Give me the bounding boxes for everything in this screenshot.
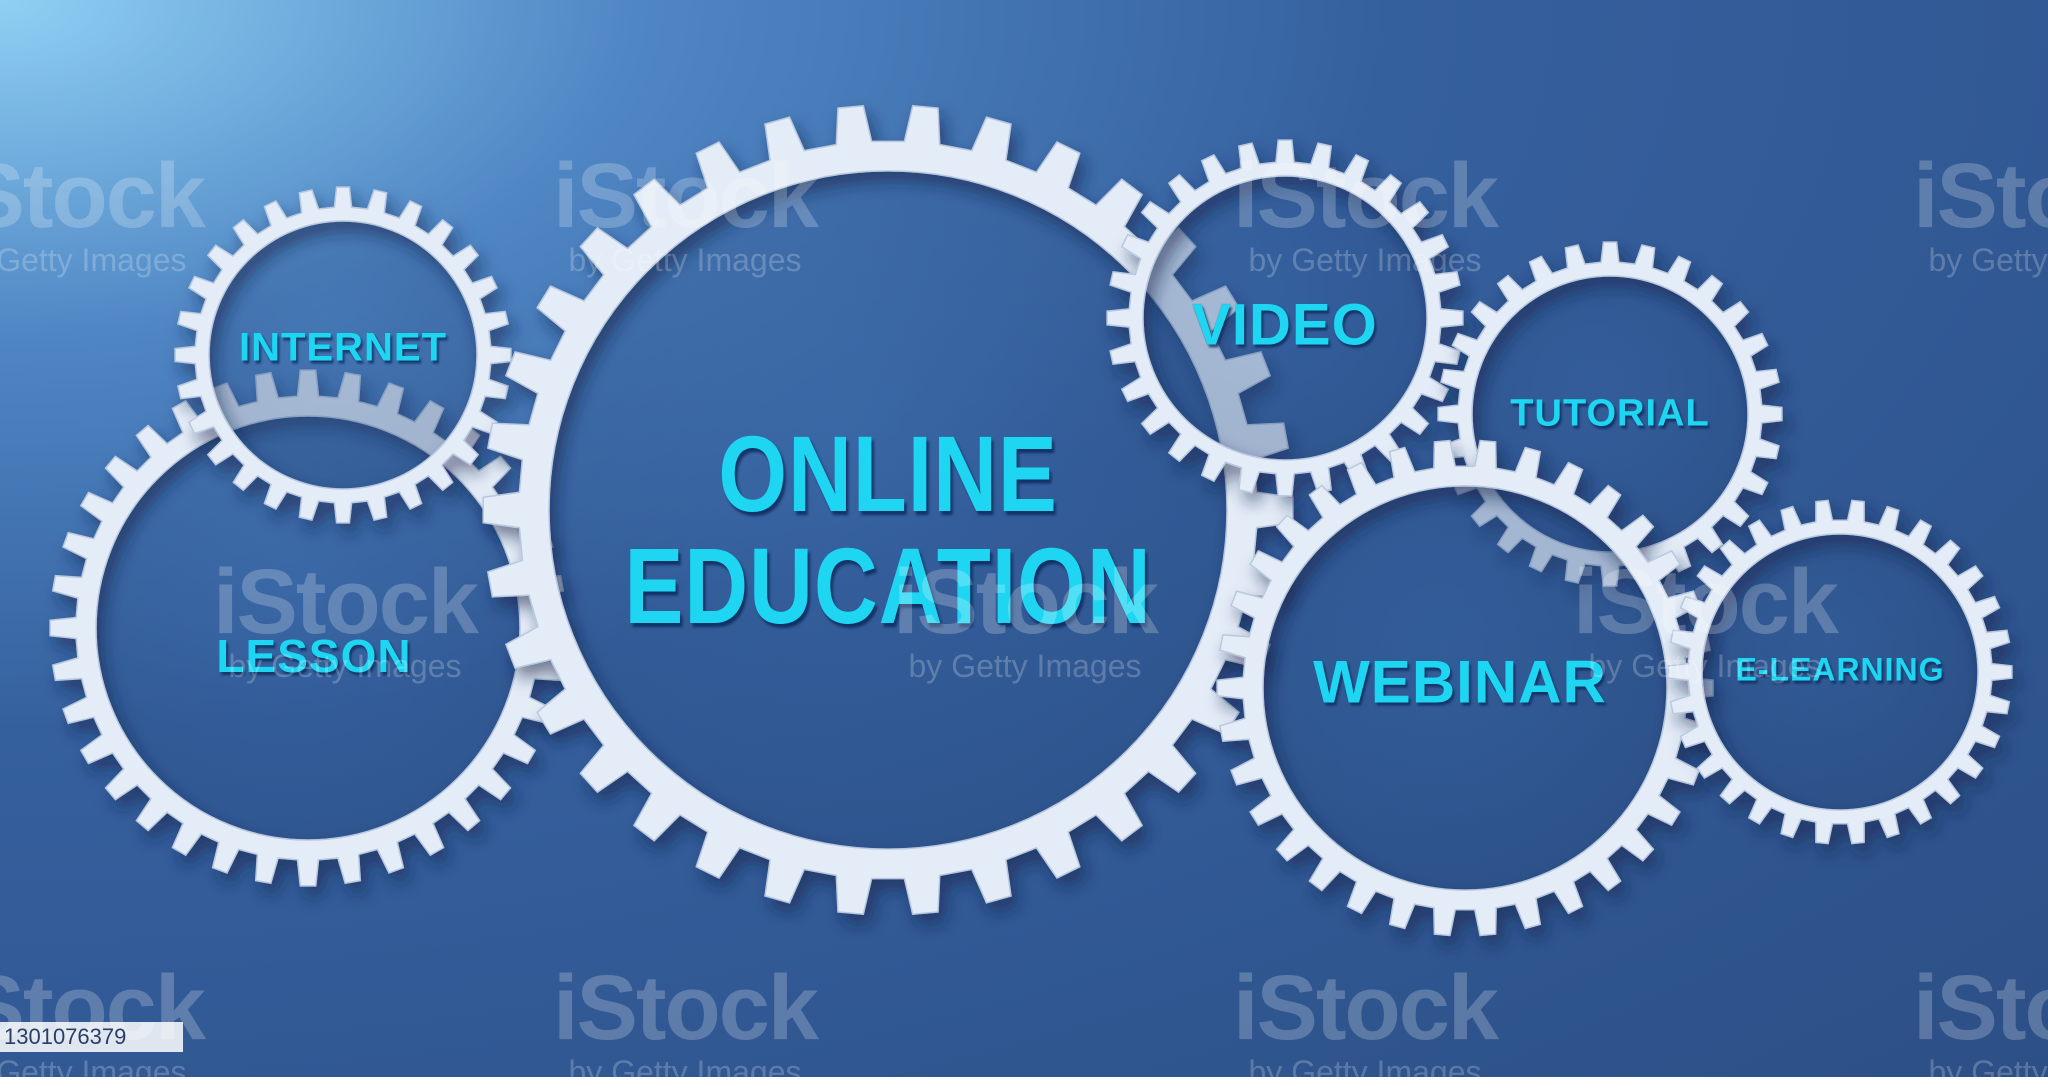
label-internet: INTERNET [239,325,447,370]
main-title: ONLINE EDUCATION [567,418,1210,642]
label-lesson: LESSON [216,630,412,682]
main-title-line1: ONLINE [718,413,1058,534]
photo-scene: ONLINE EDUCATION INTERNET LESSON VIDEO T… [0,0,2048,1090]
main-title-line2: EDUCATION [624,525,1152,646]
label-elearning: E-LEARNING [1735,651,1945,688]
label-webinar: WEBINAR [1313,648,1607,716]
label-tutorial: TUTORIAL [1510,392,1710,435]
label-video: VIDEO [1192,292,1378,358]
stock-id-badge: 1301076379 [0,1022,183,1052]
